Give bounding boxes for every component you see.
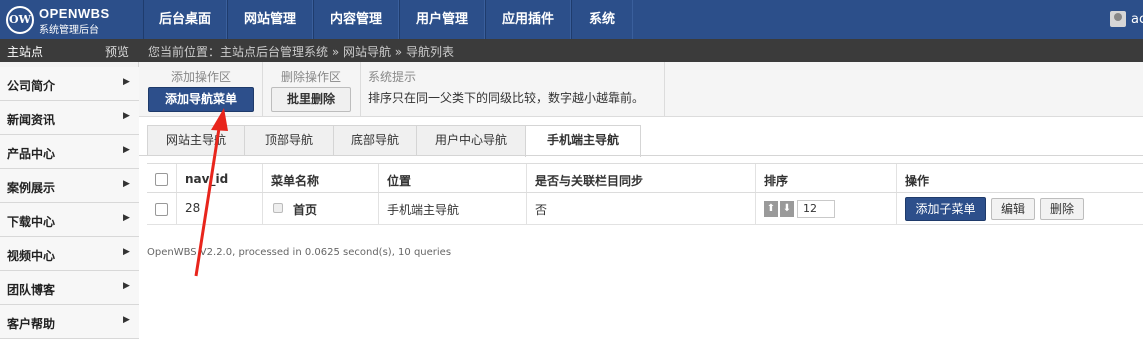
add-child-menu-button[interactable]: 添加子菜单 bbox=[905, 197, 986, 221]
sub-header: 主站点 预览 您当前位置：主站点后台管理系统 » 网站导航 » 导航列表 bbox=[0, 39, 1143, 62]
topnav-system[interactable]: 系统 bbox=[571, 0, 633, 39]
delete-button[interactable]: 删除 bbox=[1040, 198, 1084, 220]
chevron-right-icon: ▶ bbox=[123, 77, 130, 87]
header-sync: 是否与关联栏目同步 bbox=[535, 174, 644, 188]
chevron-right-icon: ▶ bbox=[123, 213, 130, 223]
tabs-divider bbox=[139, 155, 1143, 156]
header-position: 位置 bbox=[387, 174, 412, 188]
header-cell: 操作 bbox=[896, 164, 1143, 192]
add-nav-menu-button[interactable]: 添加导航菜单 bbox=[148, 87, 254, 112]
sidebar-item-downloads[interactable]: 下载中心 ▶ bbox=[0, 203, 139, 237]
system-tip-group: 系统提示 排序只在同一父类下的同级比较，数字越小越靠前。 bbox=[361, 62, 665, 117]
nav-id-value: 28 bbox=[185, 201, 201, 215]
chevron-right-icon: ▶ bbox=[123, 281, 130, 291]
sidebar-item-label: 案例展示 bbox=[7, 181, 56, 195]
logo-subtitle: 系统管理后台 bbox=[39, 25, 99, 36]
top-header: OW OPENWBS 系统管理后台 后台桌面 网站管理 内容管理 用户管理 应用… bbox=[0, 0, 1143, 39]
position-value: 手机端主导航 bbox=[387, 203, 460, 217]
chevron-right-icon: ▶ bbox=[123, 111, 130, 121]
topnav-dashboard[interactable]: 后台桌面 bbox=[143, 0, 227, 39]
sidebar-item-news[interactable]: 新闻资讯 ▶ bbox=[0, 101, 139, 135]
header-cell: 位置 bbox=[378, 164, 526, 192]
row-select-cell bbox=[147, 193, 176, 224]
sidebar-item-label: 视频中心 bbox=[7, 249, 56, 263]
sidebar-item-help[interactable]: 客户帮助 ▶ bbox=[0, 305, 139, 339]
topnav-plugins[interactable]: 应用插件 bbox=[485, 0, 571, 39]
sidebar-item-cases[interactable]: 案例展示 ▶ bbox=[0, 169, 139, 203]
cell-sync: 否 bbox=[526, 193, 755, 224]
operations-bar: 添加操作区 添加导航菜单 删除操作区 批里删除 系统提示 排序只在同一父类下的同… bbox=[139, 62, 1143, 117]
row-checkbox[interactable] bbox=[155, 203, 168, 216]
sidebar-item-company[interactable]: 公司简介 ▶ bbox=[0, 67, 139, 101]
user-avatar-icon bbox=[1110, 11, 1126, 27]
header-actions: 操作 bbox=[905, 174, 930, 188]
sidebar-item-label: 团队博客 bbox=[7, 283, 56, 297]
sync-value: 否 bbox=[535, 203, 548, 217]
chevron-right-icon: ▶ bbox=[123, 247, 130, 257]
logo[interactable]: OW OPENWBS 系统管理后台 bbox=[6, 6, 126, 36]
site-name: 主站点 bbox=[7, 45, 44, 59]
select-all-checkbox[interactable] bbox=[155, 173, 168, 186]
sidebar-item-videos[interactable]: 视频中心 ▶ bbox=[0, 237, 139, 271]
sidebar-item-label: 新闻资讯 bbox=[7, 113, 56, 127]
add-group-title: 添加操作区 bbox=[171, 70, 232, 84]
cell-nav-id: 28 bbox=[176, 193, 262, 224]
move-down-icon[interactable]: ⬇ bbox=[780, 201, 794, 217]
breadcrumb: 您当前位置：主站点后台管理系统 » 网站导航 » 导航列表 bbox=[148, 45, 454, 59]
edit-button[interactable]: 编辑 bbox=[991, 198, 1035, 220]
topnav-content-manage[interactable]: 内容管理 bbox=[313, 0, 399, 39]
sidebar-item-label: 产品中心 bbox=[7, 147, 56, 161]
table-header: nav_id 菜单名称 位置 是否与关联栏目同步 排序 操作 bbox=[147, 163, 1143, 193]
cell-sort: ⬆ ⬇ 12 bbox=[755, 193, 896, 224]
header-select-cell bbox=[147, 164, 176, 192]
sort-input[interactable]: 12 bbox=[797, 200, 835, 218]
topnav-site-manage[interactable]: 网站管理 bbox=[227, 0, 313, 39]
add-operations-group: 添加操作区 添加导航菜单 bbox=[139, 62, 263, 117]
delete-group-title: 删除操作区 bbox=[281, 70, 342, 84]
tab-user-center-nav[interactable]: 用户中心导航 bbox=[416, 125, 526, 156]
sidebar: 公司简介 ▶ 新闻资讯 ▶ 产品中心 ▶ 案例展示 ▶ 下载中心 ▶ 视频中心 … bbox=[0, 62, 139, 339]
sidebar-item-blog[interactable]: 团队博客 ▶ bbox=[0, 271, 139, 305]
table-row: 28 首页 手机端主导航 否 ⬆ ⬇ 12 添加子菜单 编辑 删除 bbox=[147, 193, 1143, 225]
preview-link[interactable]: 预览 bbox=[105, 43, 129, 60]
cell-menu-name: 首页 bbox=[262, 193, 378, 224]
user-name: ac bbox=[1131, 12, 1143, 27]
batch-delete-button[interactable]: 批里删除 bbox=[271, 87, 351, 112]
top-nav: 后台桌面 网站管理 内容管理 用户管理 应用插件 系统 bbox=[143, 0, 633, 39]
sidebar-item-products[interactable]: 产品中心 ▶ bbox=[0, 135, 139, 169]
header-sort: 排序 bbox=[764, 174, 789, 188]
tab-bottom-nav[interactable]: 底部导航 bbox=[333, 125, 417, 156]
header-cell: 菜单名称 bbox=[262, 164, 378, 192]
header-menu-name: 菜单名称 bbox=[271, 174, 320, 188]
chevron-right-icon: ▶ bbox=[123, 179, 130, 189]
tab-mobile-main-nav[interactable]: 手机端主导航 bbox=[525, 125, 641, 157]
header-nav-id: nav_id bbox=[185, 172, 229, 186]
cell-actions: 添加子菜单 编辑 删除 bbox=[896, 193, 1143, 224]
sidebar-item-label: 公司简介 bbox=[7, 79, 56, 93]
sidebar-item-label: 下载中心 bbox=[7, 215, 56, 229]
header-cell: 排序 bbox=[755, 164, 896, 192]
menu-name-value: 首页 bbox=[293, 203, 318, 217]
header-cell: nav_id bbox=[176, 164, 262, 192]
tip-text: 排序只在同一父类下的同级比较，数字越小越靠前。 bbox=[368, 91, 645, 105]
main-content: 添加操作区 添加导航菜单 删除操作区 批里删除 系统提示 排序只在同一父类下的同… bbox=[139, 62, 1143, 329]
delete-operations-group: 删除操作区 批里删除 bbox=[263, 62, 361, 117]
move-up-icon[interactable]: ⬆ bbox=[764, 201, 778, 217]
nav-tabs: 网站主导航 顶部导航 底部导航 用户中心导航 手机端主导航 bbox=[147, 125, 641, 157]
chevron-right-icon: ▶ bbox=[123, 315, 130, 325]
chevron-right-icon: ▶ bbox=[123, 145, 130, 155]
topnav-user-manage[interactable]: 用户管理 bbox=[399, 0, 485, 39]
footer-info: OpenWBS V2.2.0, processed in 0.0625 seco… bbox=[147, 247, 452, 258]
logo-mark: OW bbox=[6, 6, 34, 34]
tab-top-nav[interactable]: 顶部导航 bbox=[244, 125, 334, 156]
header-cell: 是否与关联栏目同步 bbox=[526, 164, 755, 192]
tip-title: 系统提示 bbox=[368, 70, 417, 84]
sidebar-item-label: 客户帮助 bbox=[7, 317, 56, 331]
logo-title: OPENWBS bbox=[39, 6, 110, 21]
menu-expand-checkbox[interactable] bbox=[273, 203, 283, 213]
cell-position: 手机端主导航 bbox=[378, 193, 526, 224]
tab-site-main-nav[interactable]: 网站主导航 bbox=[147, 125, 245, 156]
